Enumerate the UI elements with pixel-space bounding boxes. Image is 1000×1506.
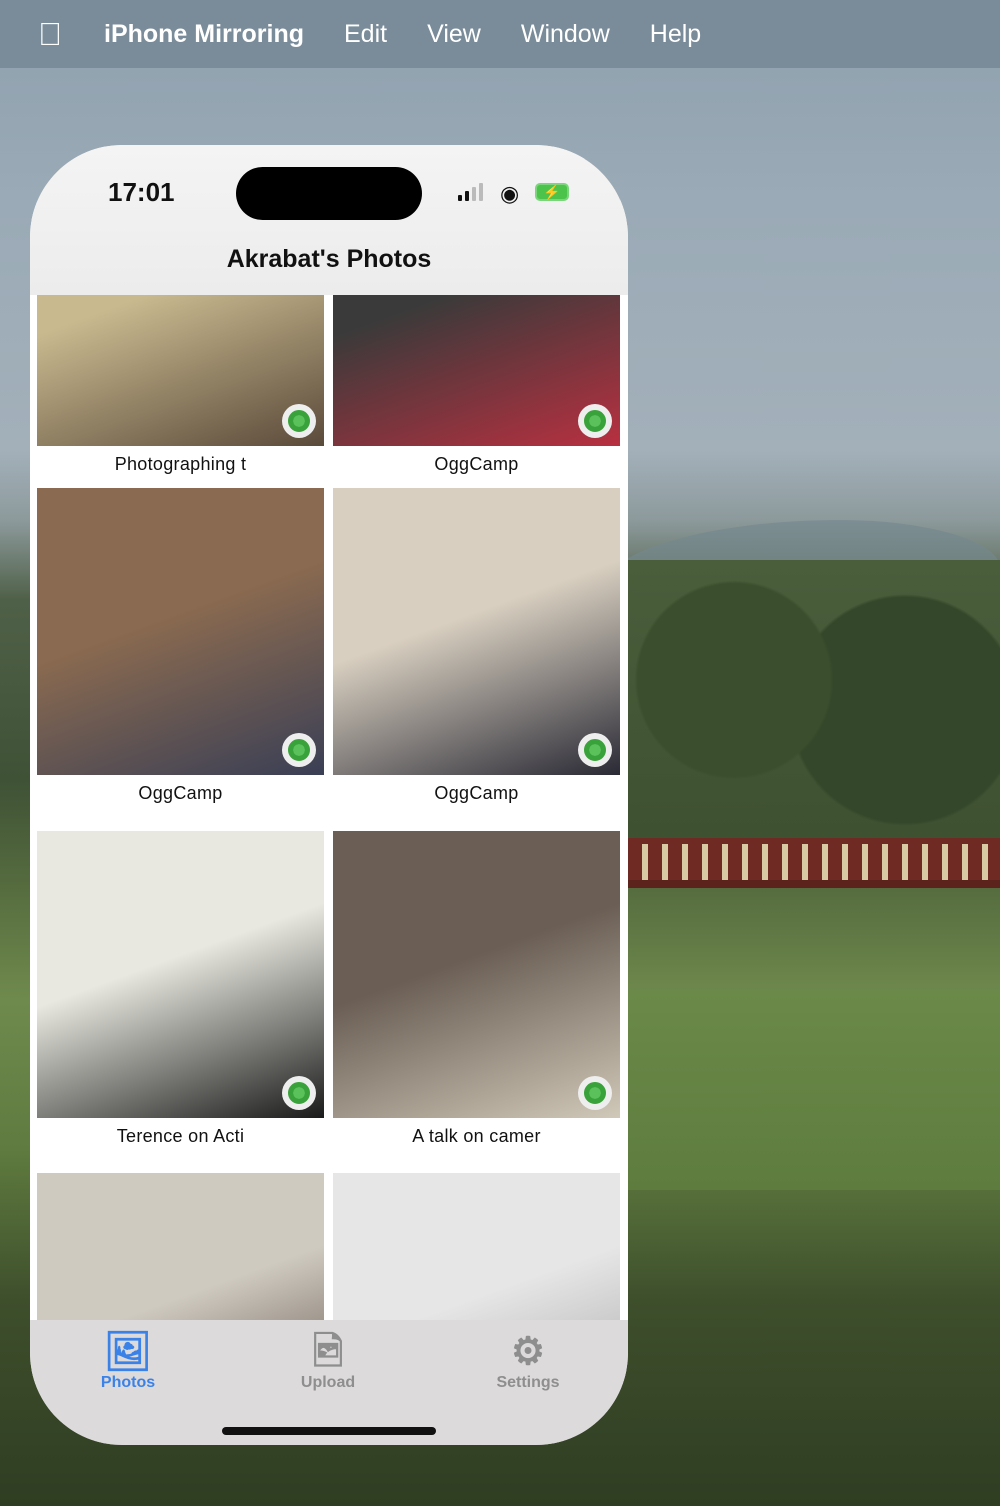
menu-app-name[interactable]: iPhone Mirroring xyxy=(104,20,304,49)
status-bar: 17:01 ◉ ⚡ Akrabat's Photos xyxy=(30,145,628,295)
background-field xyxy=(628,990,1000,1190)
tab-upload[interactable]: 🖻 Upload xyxy=(258,1330,398,1392)
menu-window[interactable]: Window xyxy=(521,20,610,49)
battery-charging-icon: ⚡ xyxy=(535,183,569,201)
globe-icon xyxy=(282,1076,316,1110)
tab-settings[interactable]: ⚙ Settings xyxy=(458,1330,598,1392)
apple-menu-icon[interactable]:  xyxy=(38,17,68,51)
photo-cell[interactable]: OggCamp xyxy=(37,488,324,804)
menu-view[interactable]: View xyxy=(427,20,481,49)
photo-upload-icon: 🖻 xyxy=(312,1331,344,1373)
home-indicator[interactable] xyxy=(222,1427,436,1435)
menu-bar:  iPhone Mirroring Edit View Window Help xyxy=(0,0,1000,68)
tab-label: Photos xyxy=(100,1374,156,1391)
photo-cell[interactable]: A talk on camer xyxy=(333,831,620,1147)
tab-label: Settings xyxy=(496,1374,560,1391)
tab-label: Upload xyxy=(300,1374,356,1391)
photo-caption: OggCamp xyxy=(434,783,519,803)
globe-icon xyxy=(282,404,316,438)
signal-icon xyxy=(458,183,483,201)
wifi-icon: ◉ xyxy=(500,181,520,206)
photo-caption: OggCamp xyxy=(138,783,223,803)
background-train xyxy=(628,838,1000,888)
gear-icon: ⚙ xyxy=(510,1331,546,1373)
globe-icon xyxy=(578,733,612,767)
photo-thumbnail[interactable] xyxy=(333,488,620,775)
photo-caption: OggCamp xyxy=(434,454,519,474)
globe-icon xyxy=(578,1076,612,1110)
photo-stack-icon: 🖼 xyxy=(103,1331,153,1373)
photo-caption: Terence on Acti xyxy=(116,1126,245,1146)
photo-caption: Photographing t xyxy=(114,454,247,474)
status-time: 17:01 xyxy=(108,177,175,207)
photo-caption: A talk on camer xyxy=(412,1126,541,1146)
iphone-mirroring-window: 17:01 ◉ ⚡ Akrabat's Photos Photographing… xyxy=(30,145,628,1445)
globe-icon xyxy=(282,733,316,767)
globe-icon xyxy=(578,404,612,438)
background-trees xyxy=(620,560,1000,860)
tab-photos[interactable]: 🖼 Photos xyxy=(58,1330,198,1392)
photo-thumbnail[interactable] xyxy=(37,488,324,775)
menu-edit[interactable]: Edit xyxy=(344,20,387,49)
menu-help[interactable]: Help xyxy=(650,20,701,49)
page-title: Akrabat's Photos xyxy=(226,245,432,273)
dynamic-island xyxy=(236,167,422,220)
photo-thumbnail[interactable] xyxy=(37,831,324,1118)
photo-cell[interactable]: OggCamp xyxy=(333,488,620,804)
photo-cell[interactable]: Terence on Acti xyxy=(37,831,324,1147)
tab-bar: 🖼 Photos 🖻 Upload ⚙ Settings xyxy=(30,1320,628,1445)
photo-thumbnail[interactable] xyxy=(333,831,620,1118)
